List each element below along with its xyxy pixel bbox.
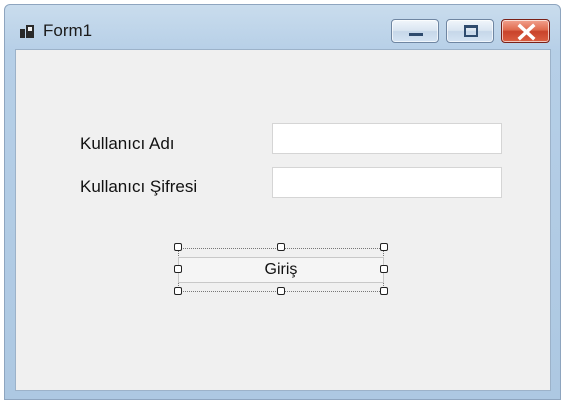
form-window: Form1 Kullanıcı Adı Kullanıcı Şifresi Gi…: [4, 4, 561, 400]
close-icon: [517, 23, 536, 41]
resize-handle-middle-right[interactable]: [380, 265, 388, 273]
form-icon: [20, 25, 34, 38]
resize-handle-bottom-right[interactable]: [380, 287, 388, 295]
resize-handle-bottom-left[interactable]: [174, 287, 182, 295]
resize-handle-top-middle[interactable]: [277, 243, 285, 251]
resize-handle-top-right[interactable]: [380, 243, 388, 251]
resize-handle-bottom-middle[interactable]: [277, 287, 285, 295]
close-button[interactable]: [501, 19, 550, 43]
resize-handle-top-left[interactable]: [174, 243, 182, 251]
login-button[interactable]: Giriş: [178, 257, 384, 283]
minimize-button[interactable]: [391, 19, 439, 43]
password-field[interactable]: [272, 167, 502, 198]
form-client-area: Kullanıcı Adı Kullanıcı Şifresi Giriş: [15, 49, 551, 391]
maximize-icon: [464, 25, 478, 37]
username-label: Kullanıcı Adı: [80, 134, 175, 153]
username-field[interactable]: [272, 123, 502, 154]
minimize-icon: [409, 33, 423, 36]
resize-handle-middle-left[interactable]: [174, 265, 182, 273]
password-label: Kullanıcı Şifresi: [80, 177, 198, 196]
window-title: Form1: [43, 21, 93, 40]
maximize-button[interactable]: [446, 19, 494, 43]
title-bar[interactable]: Form1: [5, 5, 560, 49]
